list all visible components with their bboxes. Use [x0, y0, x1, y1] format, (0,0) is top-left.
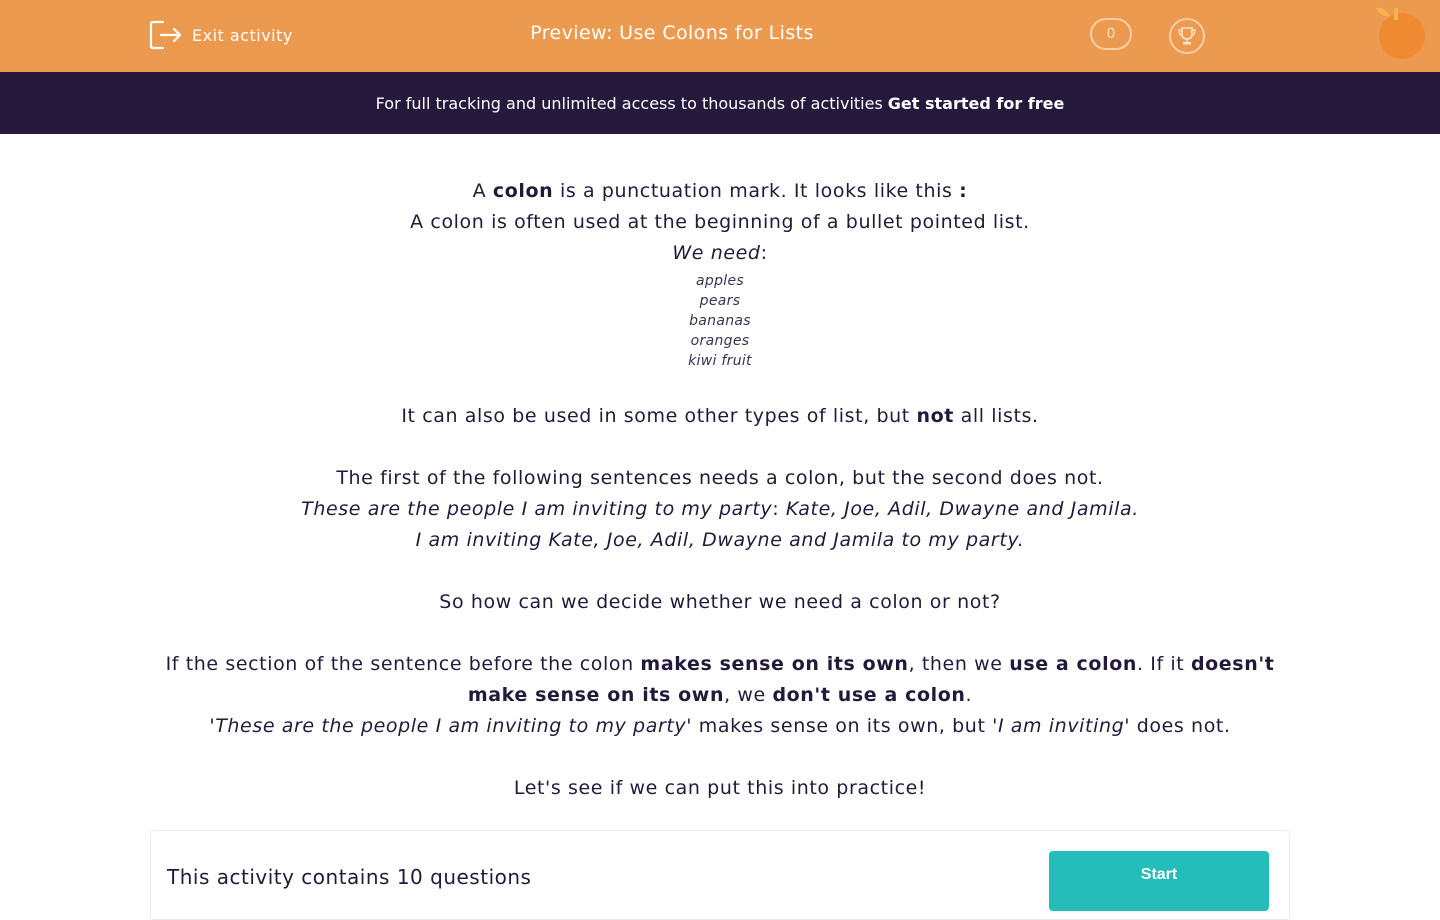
question-count-text: This activity contains 10 questions	[167, 865, 532, 889]
example-sentence-with-colon: These are the people I am inviting to my…	[301, 498, 1139, 520]
list-item: pears	[699, 293, 741, 309]
exit-activity-button[interactable]: Exit activity	[149, 20, 293, 50]
top-bar: Exit activity Preview: Use Colons for Li…	[0, 0, 1440, 72]
trophy-button[interactable]	[1169, 18, 1205, 54]
practice-prompt: Let's see if we can put this into practi…	[513, 777, 927, 799]
example-heading: We need:	[672, 242, 768, 264]
exit-icon	[149, 20, 182, 50]
question-line: So how can we decide whether we need a c…	[439, 591, 1001, 613]
lesson-content: A colon is a punctuation mark. It looks …	[150, 176, 1290, 804]
banner-text: For full tracking and unlimited access t…	[375, 93, 883, 113]
rule-example: 'These are the people I am inviting to m…	[209, 715, 1231, 737]
orange-logo-icon	[1376, 7, 1425, 59]
page-title: Preview: Use Colons for Lists	[530, 22, 814, 44]
example-sentence-without-colon: I am inviting Kate, Joe, Adil, Dwayne an…	[415, 529, 1025, 551]
list-usage-line: A colon is often used at the beginning o…	[410, 211, 1030, 233]
trophy-icon	[1178, 27, 1196, 45]
example-list: apples pears bananas oranges kiwi fruit	[150, 271, 1290, 371]
list-item: bananas	[689, 313, 751, 329]
activity-card: This activity contains 10 questions Star…	[150, 830, 1290, 920]
list-item: apples	[696, 273, 744, 289]
list-item: oranges	[690, 333, 750, 349]
signup-banner: For full tracking and unlimited access t…	[0, 72, 1440, 134]
list-item: kiwi fruit	[688, 353, 752, 369]
rule-explanation: If the section of the sentence before th…	[165, 653, 1275, 706]
comparison-intro: The first of the following sentences nee…	[336, 467, 1104, 489]
start-button[interactable]: Start	[1049, 851, 1269, 911]
other-lists-line: It can also be used in some other types …	[401, 405, 1039, 427]
exit-activity-label: Exit activity	[192, 25, 293, 45]
intro-line: A colon is a punctuation mark. It looks …	[472, 180, 968, 202]
get-started-link[interactable]: Get started for free	[888, 94, 1065, 113]
score-badge: 0	[1090, 18, 1132, 50]
